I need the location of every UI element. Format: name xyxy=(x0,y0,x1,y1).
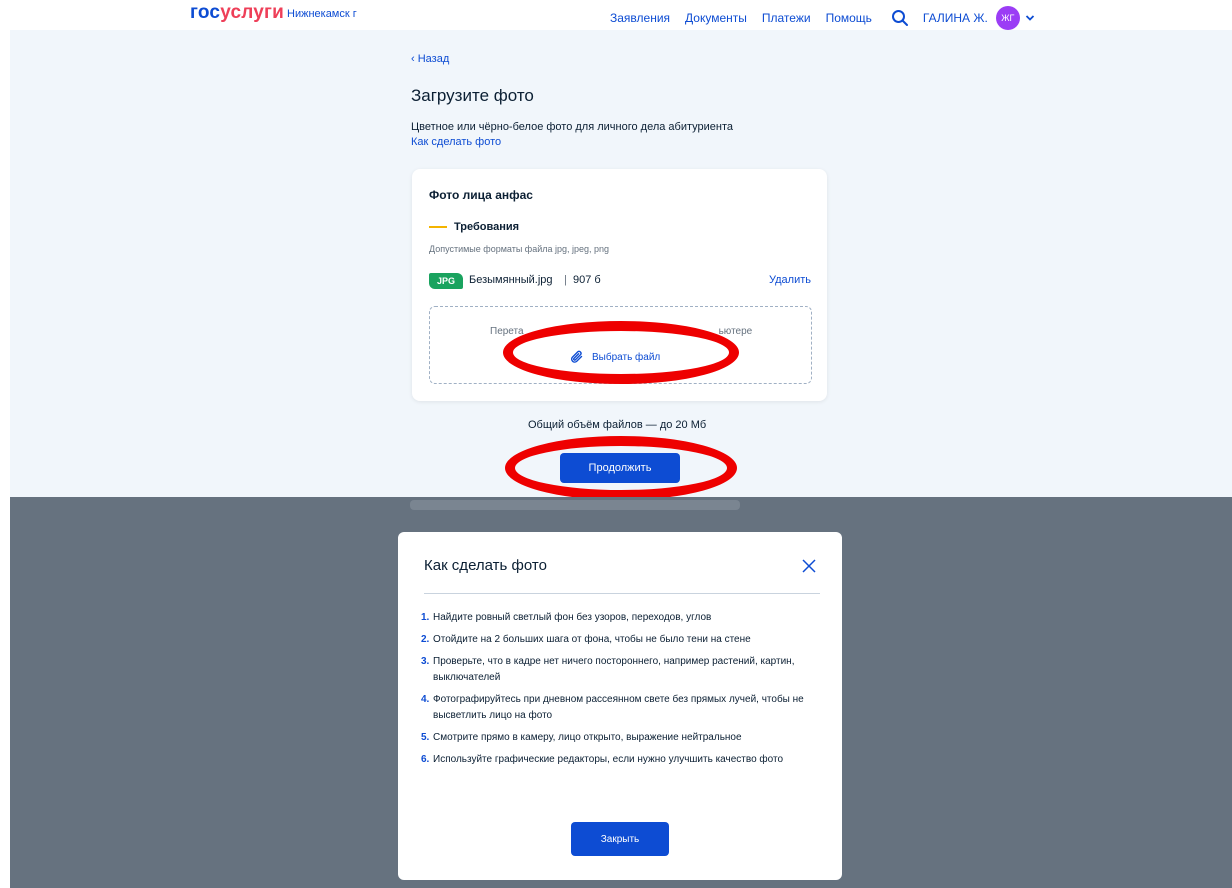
page-title: Загрузите фото xyxy=(411,86,534,105)
drop-text-left: Перета xyxy=(490,326,524,337)
step-text: Найдите ровный светлый фон без узоров, п… xyxy=(433,612,712,623)
step-number: 4. xyxy=(421,694,430,705)
jpg-file-icon: JPG xyxy=(429,273,463,289)
list-item: 6. Используйте графические редакторы, есл… xyxy=(421,752,811,768)
requirements-accent-line xyxy=(429,226,447,228)
continue-button[interactable]: Продолжить xyxy=(560,453,680,483)
delete-file-button[interactable]: Удалить xyxy=(769,274,811,286)
chevron-down-icon[interactable] xyxy=(1025,13,1035,23)
step-text: Проверьте, что в кадре нет ничего постор… xyxy=(433,656,795,683)
nav-item-payments[interactable]: Платежи xyxy=(762,11,811,25)
list-item: 1. Найдите ровный светлый фон без узоров,… xyxy=(421,610,811,626)
user-name[interactable]: ГАЛИНА Ж. xyxy=(923,11,988,25)
list-item: 2. Отойдите на 2 больших шага от фона, чт… xyxy=(421,632,811,648)
page-description: Цветное или чёрно-белое фото для личного… xyxy=(411,121,734,133)
step-text: Отойдите на 2 больших шага от фона, чтоб… xyxy=(433,634,751,645)
requirements-toggle[interactable]: Требования xyxy=(429,221,519,233)
file-size: 907 б xyxy=(573,274,601,286)
step-number: 6. xyxy=(421,754,430,765)
avatar[interactable]: ЖГ xyxy=(995,6,1020,30)
modal-title: Как сделать фото xyxy=(424,557,547,574)
gosuslugi-logo[interactable]: госуслуги xyxy=(190,2,284,24)
photo-steps-list: 1. Найдите ровный светлый фон без узоров,… xyxy=(421,610,811,774)
card-title: Фото лица анфас xyxy=(429,188,533,202)
paperclip-icon xyxy=(571,350,583,363)
nav-item-applications[interactable]: Заявления xyxy=(610,11,670,25)
how-to-photo-modal: Как сделать фото 1. Найдите ровный светлы… xyxy=(398,532,842,880)
choose-file-button[interactable]: Выбрать файл xyxy=(570,350,660,364)
how-to-photo-link[interactable]: Как сделать фото xyxy=(411,136,501,148)
logo-part-gos: гос xyxy=(190,2,221,23)
photo-upload-card: Фото лица анфас Требования Допустимые фо… xyxy=(412,169,827,401)
step-number: 5. xyxy=(421,732,430,743)
drop-text-right: ьютере xyxy=(718,326,753,337)
dimmed-content-strip xyxy=(410,500,740,510)
drop-zone-text: Перетаxxxxxxxxxxxxxxxxxxxxxxxxxxxxxxxxxx… xyxy=(490,326,752,337)
uploaded-file-row: JPG Безымянный.jpg | 907 б Удалить xyxy=(429,273,811,291)
back-link[interactable]: ‹ Назад xyxy=(411,53,449,65)
step-text: Фотографируйтесь при дневном рассеянном … xyxy=(433,694,804,721)
file-drop-zone[interactable]: Перетаxxxxxxxxxxxxxxxxxxxxxxxxxxxxxxxxxx… xyxy=(429,306,812,384)
main-nav: Заявления Документы Платежи Помощь ГАЛИН… xyxy=(610,6,1035,30)
modal-divider xyxy=(424,593,820,594)
choose-file-label: Выбрать файл xyxy=(592,351,661,363)
close-icon[interactable] xyxy=(802,559,816,573)
top-header: госуслуги Нижнекамск г Заявления Докумен… xyxy=(0,0,1232,30)
step-text: Смотрите прямо в камеру, лицо открыто, в… xyxy=(433,732,742,743)
nav-item-documents[interactable]: Документы xyxy=(685,11,747,25)
step-text: Используйте графические редакторы, если … xyxy=(433,754,784,765)
drop-text-hidden: xxxxxxxxxxxxxxxxxxxxxxxxxxxxxxxxxxxxxxx xyxy=(524,326,719,337)
search-icon[interactable] xyxy=(891,9,909,27)
nav-item-help[interactable]: Помощь xyxy=(826,11,872,25)
file-name: Безымянный.jpg xyxy=(469,274,553,286)
file-separator: | xyxy=(564,274,567,286)
step-number: 2. xyxy=(421,634,430,645)
list-item: 3. Проверьте, что в кадре нет ничего пост… xyxy=(421,654,811,686)
step-number: 1. xyxy=(421,612,430,623)
logo-part-uslugi: услуги xyxy=(220,2,285,23)
city-selector[interactable]: Нижнекамск г xyxy=(287,8,357,20)
step-number: 3. xyxy=(421,656,430,667)
allowed-formats-text: Допустимые форматы файла jpg, jpeg, png xyxy=(429,244,610,254)
total-size-note: Общий объём файлов — до 20 Мб xyxy=(528,419,707,431)
requirements-label: Требования xyxy=(454,221,520,233)
list-item: 4. Фотографируйтесь при дневном рассеянно… xyxy=(421,692,811,724)
close-modal-button[interactable]: Закрыть xyxy=(571,822,669,856)
list-item: 5. Смотрите прямо в камеру, лицо открыто,… xyxy=(421,730,811,746)
